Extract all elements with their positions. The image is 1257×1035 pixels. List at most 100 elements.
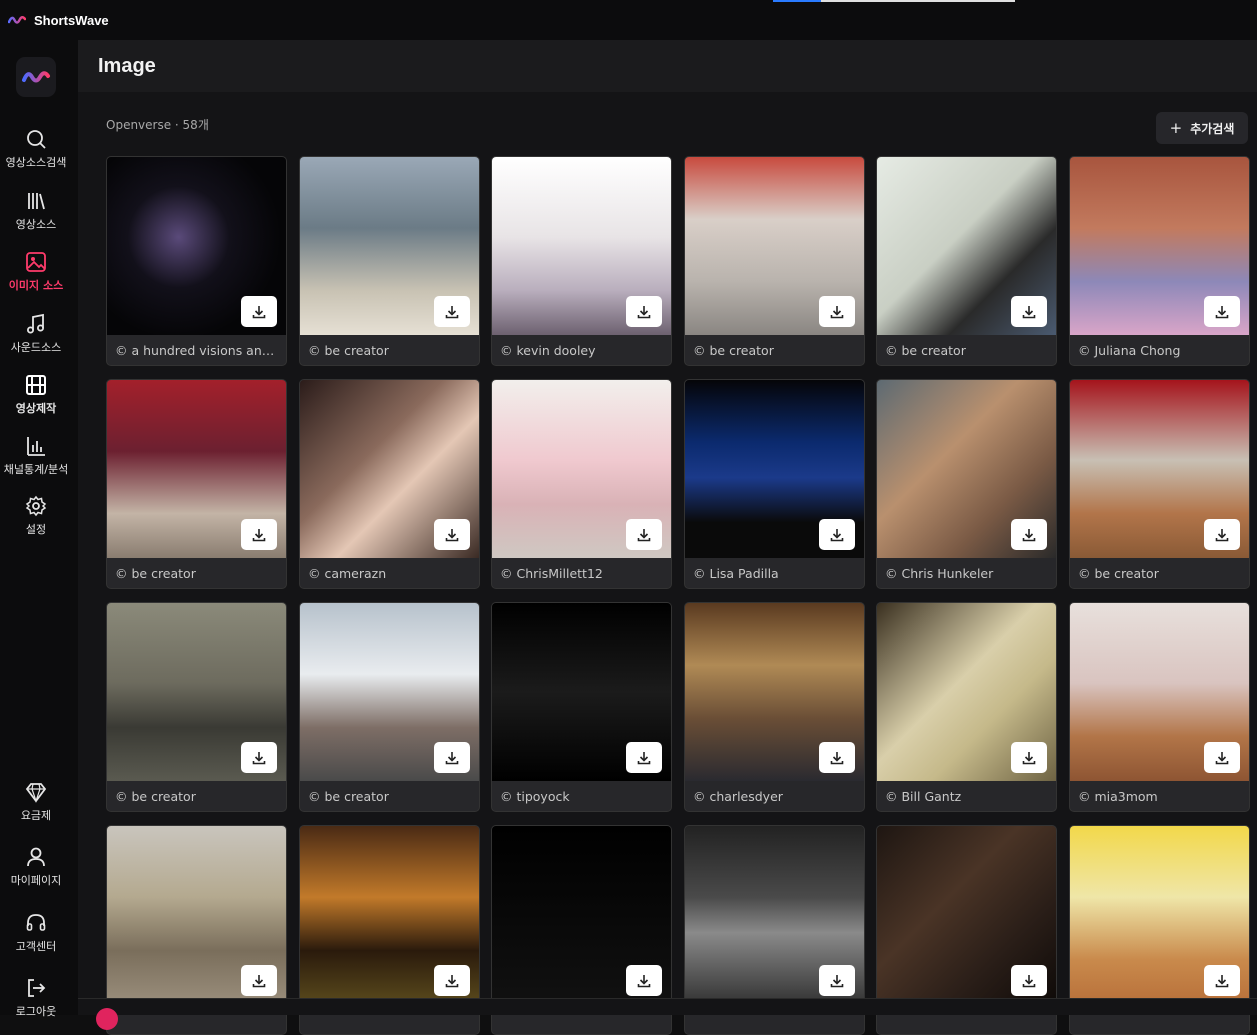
image-card[interactable]: © a hundred visions and revisions [106, 156, 287, 366]
image-card[interactable]: © tipoyock [491, 602, 672, 812]
sidebar-item-label: 요금제 [20, 809, 52, 822]
download-icon [445, 751, 459, 764]
download-icon [445, 305, 459, 318]
download-icon [252, 974, 266, 987]
image-card[interactable]: © charlesdyer [684, 602, 865, 812]
image-card[interactable]: © be creator [684, 156, 865, 366]
download-button[interactable] [819, 296, 855, 327]
image-card[interactable]: © be creator [106, 379, 287, 589]
image-credit: © ChrisMillett12 [500, 566, 603, 581]
download-button[interactable] [1204, 965, 1240, 996]
sidebar-item-pricing[interactable]: 요금제 [0, 781, 72, 823]
sidebar-item-support[interactable]: 고객센터 [0, 912, 72, 954]
download-button[interactable] [1204, 519, 1240, 550]
download-icon [252, 751, 266, 764]
sidebar-item-video-source[interactable]: 영상소스 [0, 190, 72, 232]
image-card[interactable]: © mia3mom [1069, 602, 1250, 812]
download-button[interactable] [434, 296, 470, 327]
download-button[interactable] [819, 965, 855, 996]
sidebar-item-sound-source[interactable]: 사운드소스 [0, 313, 72, 355]
image-card[interactable]: © Lisa Padilla [684, 379, 865, 589]
download-button[interactable] [241, 519, 277, 550]
image-card[interactable]: © be creator [1069, 379, 1250, 589]
image-credit: © be creator [693, 343, 774, 358]
sidebar-item-video-search[interactable]: 영상소스검색 [0, 128, 72, 170]
add-search-button[interactable]: + 추가검색 [1156, 112, 1248, 144]
download-button[interactable] [1011, 519, 1047, 550]
music-icon [27, 313, 44, 334]
bar-chart-icon [27, 437, 45, 456]
title-bar: ShortsWave [0, 0, 1257, 40]
download-button[interactable] [626, 519, 662, 550]
download-button[interactable] [1011, 296, 1047, 327]
download-button[interactable] [241, 296, 277, 327]
download-button[interactable] [241, 965, 277, 996]
image-card[interactable]: © Chris Hunkeler [876, 379, 1057, 589]
download-button[interactable] [434, 965, 470, 996]
image-credit: © be creator [885, 343, 966, 358]
download-icon [637, 528, 651, 541]
download-icon [252, 305, 266, 318]
image-credit: © be creator [115, 789, 196, 804]
app-name: ShortsWave [34, 12, 109, 28]
image-credit: © camerazn [308, 566, 387, 581]
download-button[interactable] [626, 296, 662, 327]
download-button[interactable] [626, 965, 662, 996]
sidebar-item-image-source[interactable]: 이미지 소스 [0, 251, 72, 293]
image-card[interactable]: © be creator [299, 602, 480, 812]
download-button[interactable] [819, 519, 855, 550]
image-credit: © Juliana Chong [1078, 343, 1181, 358]
image-card[interactable]: © be creator [299, 156, 480, 366]
sidebar-item-label: 설정 [25, 523, 47, 536]
download-button[interactable] [626, 742, 662, 773]
sidebar-item-label: 영상소스 [15, 218, 57, 231]
download-icon [445, 528, 459, 541]
image-card[interactable]: © kevin dooley [491, 156, 672, 366]
app-logo-icon [8, 16, 26, 24]
user-icon [27, 847, 45, 867]
image-credit: © Chris Hunkeler [885, 566, 994, 581]
image-card[interactable]: © Bill Gantz [876, 602, 1057, 812]
sidebar-item-video-production[interactable]: 영상제작 [0, 374, 72, 416]
download-icon [1215, 974, 1229, 987]
image-card[interactable]: © Juliana Chong [1069, 156, 1250, 366]
diamond-icon [25, 783, 47, 803]
image-card[interactable]: © be creator [876, 156, 1057, 366]
wave-logo-icon [22, 71, 50, 83]
sidebar-item-channel-stats[interactable]: 채널통계/분석 [0, 435, 72, 477]
image-card[interactable]: © camerazn [299, 379, 480, 589]
gear-icon [25, 495, 47, 517]
download-icon [830, 751, 844, 764]
download-button[interactable] [1204, 296, 1240, 327]
sidebar-item-settings[interactable]: 설정 [0, 495, 72, 537]
download-icon [1215, 305, 1229, 318]
sidebar-item-mypage[interactable]: 마이페이지 [0, 846, 72, 888]
download-button[interactable] [1011, 742, 1047, 773]
page-header: Image [78, 40, 1257, 92]
download-button[interactable] [819, 742, 855, 773]
image-credit: © charlesdyer [693, 789, 783, 804]
download-icon [830, 305, 844, 318]
image-card[interactable]: © be creator [106, 602, 287, 812]
download-icon [1022, 974, 1036, 987]
add-search-label: 추가검색 [1190, 121, 1235, 136]
sidebar-item-label: 이미지 소스 [8, 279, 64, 292]
download-button[interactable] [1204, 742, 1240, 773]
sidebar-item-label: 로그아웃 [15, 1005, 57, 1018]
image-credit: © tipoyock [500, 789, 570, 804]
download-button[interactable] [434, 742, 470, 773]
image-credit: © Lisa Padilla [693, 566, 779, 581]
download-icon [1215, 751, 1229, 764]
image-icon [26, 252, 46, 272]
brand-logo[interactable] [16, 57, 56, 97]
download-icon [252, 528, 266, 541]
headset-icon [26, 914, 46, 931]
image-card[interactable]: © ChrisMillett12 [491, 379, 672, 589]
avatar[interactable] [96, 1008, 118, 1030]
image-credit: © be creator [308, 789, 389, 804]
sidebar-item-logout[interactable]: 로그아웃 [0, 977, 72, 1019]
sidebar-item-label: 사운드소스 [10, 341, 62, 354]
download-button[interactable] [241, 742, 277, 773]
download-button[interactable] [1011, 965, 1047, 996]
download-button[interactable] [434, 519, 470, 550]
